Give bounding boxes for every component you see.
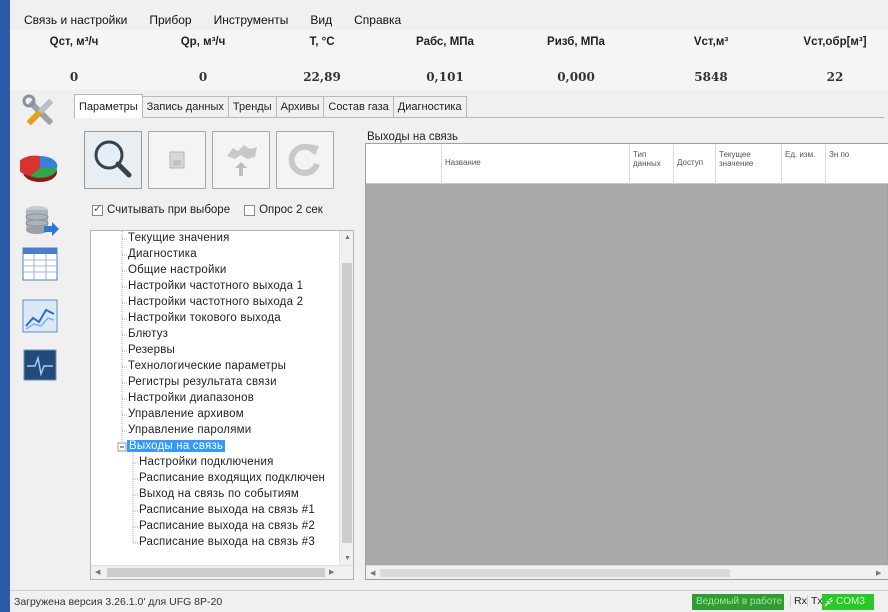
options-row: Считывать при выборе Опрос 2 сек [92,202,323,216]
tree-item-link-outputs[interactable]: Выходы на связь [127,440,226,452]
grid-col-value[interactable]: Зн по [826,144,888,184]
tab-baseline [74,117,884,118]
slave-status-badge: Ведомый в работе [692,594,784,610]
menu-bar: Связь и настройки Прибор Инструменты Вид… [10,10,888,30]
tab-archives[interactable]: Архивы [275,96,325,118]
reading-value-qr: 0 [198,70,208,84]
tab-parameters[interactable]: Параметры [74,94,143,118]
reading-value-qst: 0 [69,70,79,84]
read-on-select-label: Считывать при выборе [107,204,231,216]
panel-title: Выходы на связь [367,131,459,143]
tree-item-bluetooth[interactable]: Блютуз [128,328,168,340]
poll-2s-checkbox[interactable] [244,204,256,216]
menu-item-view[interactable]: Вид [310,13,332,27]
tree-item-password-management[interactable]: Управление паролями [128,424,251,436]
read-on-select-checkbox[interactable] [92,202,103,216]
tree-item-freq-out-1[interactable]: Настройки частотного выхода 1 [128,280,303,292]
tree-item-reserves[interactable]: Резервы [128,344,175,356]
tools-icon[interactable] [20,92,60,132]
tree-item-current-values[interactable]: Текущие значения [128,232,230,244]
reading-label-pabs: Рабс, МПа [416,36,474,48]
tree-vertical-scroll-thumb[interactable] [342,263,352,543]
grid-header: Название Тип данных Доступ Текущее значе… [366,144,888,184]
grid-col-name[interactable]: Название [442,144,630,184]
reading-label-temp: T, °C [309,36,335,48]
parameters-tree[interactable]: Текущие значения Диагностика Общие настр… [90,230,354,580]
save-button[interactable] [148,131,206,189]
tree-item-link-schedule-2[interactable]: Расписание выхода на связь #2 [139,520,315,532]
status-bar: Загружена версия 3.26.1.0' для UFG 8P-20… [10,590,888,612]
main-tabs: Параметры Запись данных Тренды Архивы Со… [74,94,467,118]
reading-value-vst-rev: 22 [826,70,844,84]
tree-horizontal-scrollbar[interactable]: ◀ ▶ [91,565,353,579]
reading-label-pizb: Ризб, МПа [547,36,605,48]
trend-chart-icon[interactable] [20,296,60,336]
tx-indicator: Tx [807,595,823,607]
poll-2s-label: Опрос 2 сек [259,204,323,216]
reading-label-vst: Vст,м³ [693,36,729,48]
database-icon[interactable] [20,200,60,240]
reading-label-vst-rev: Vст,обр[м³] [803,36,867,48]
tree-horizontal-scroll-thumb[interactable] [107,568,325,577]
menu-item-device[interactable]: Прибор [149,13,191,27]
tab-diagnostics[interactable]: Диагностика [392,96,467,118]
reading-value-pizb: 0,000 [557,70,595,84]
tree-item-connection-settings[interactable]: Настройки подключения [139,456,274,468]
tree-item-link-result-registers[interactable]: Регистры результата связи [128,376,277,388]
readings-panel: Qст, м³/ч 0 Qр, м³/ч 0 T, °C 22,89 Рабс,… [10,30,888,90]
tree-item-archive-management[interactable]: Управление архивом [128,408,244,420]
menu-item-help[interactable]: Справка [354,13,401,27]
reading-value-temp: 22,89 [303,70,341,84]
reading-label-qst: Qст, м³/ч [49,36,99,48]
tree-item-diagnostics[interactable]: Диагностика [128,248,197,260]
save-icon [169,151,185,169]
tab-data-recording[interactable]: Запись данных [141,96,229,118]
pie-chart-icon[interactable] [17,148,60,188]
grid-col-blank[interactable] [366,144,442,184]
tab-trends[interactable]: Тренды [227,96,277,118]
app-window: Связь и настройки Прибор Инструменты Вид… [10,0,888,612]
grid-horizontal-scrollbar[interactable]: ◀ ▶ [366,565,888,579]
status-text: Загружена версия 3.26.1.0' для UFG 8P-20 [14,596,223,608]
tree-item-general-settings[interactable]: Общие настройки [128,264,226,276]
monitor-icon[interactable] [20,346,60,386]
com-port-badge[interactable]: COM3 [822,594,874,610]
reading-value-vst: 5848 [694,70,728,84]
rx-indicator: Rx [790,595,807,607]
tree-item-link-schedule-3[interactable]: Расписание выхода на связь #3 [139,536,315,548]
grid-horizontal-scroll-thumb[interactable] [380,569,730,577]
link-outputs-grid[interactable]: Название Тип данных Доступ Текущее значе… [365,143,888,580]
menu-item-connection[interactable]: Связь и настройки [24,13,127,27]
grid-col-unit[interactable]: Ед. изм. [782,144,826,184]
table-icon[interactable] [20,244,60,284]
com-port-label: COM3 [836,596,865,607]
window-left-edge [0,0,10,612]
grid-col-access[interactable]: Доступ [674,144,716,184]
tree-vertical-scrollbar[interactable]: ▲ ▼ [339,231,353,567]
upload-button[interactable] [212,131,270,189]
upload-icon [227,145,257,176]
grid-col-data-type[interactable]: Тип данных [630,144,674,184]
tree-item-freq-out-2[interactable]: Настройки частотного выхода 2 [128,296,303,308]
reading-value-pabs: 0,101 [426,70,464,84]
refresh-button[interactable] [276,131,334,189]
menu-item-tools[interactable]: Инструменты [214,13,289,27]
plug-icon [824,597,834,607]
tree-item-tech-params[interactable]: Технологические параметры [128,360,286,372]
tree-item-event-link[interactable]: Выход на связь по событиям [139,488,299,500]
search-button[interactable] [84,131,142,189]
tree-item-link-schedule-1[interactable]: Расписание выхода на связь #1 [139,504,315,516]
tree-item-current-out[interactable]: Настройки токового выхода [128,312,281,324]
tree-item-range-settings[interactable]: Настройки диапазонов [128,392,254,404]
grid-col-current-value[interactable]: Текущее значение [716,144,782,184]
tab-gas-composition[interactable]: Состав газа [323,96,394,118]
search-icon [94,140,132,178]
tree-item-incoming-schedule[interactable]: Расписание входящих подключен [139,472,325,484]
reading-label-qr: Qр, м³/ч [180,36,226,48]
refresh-icon [288,143,320,176]
